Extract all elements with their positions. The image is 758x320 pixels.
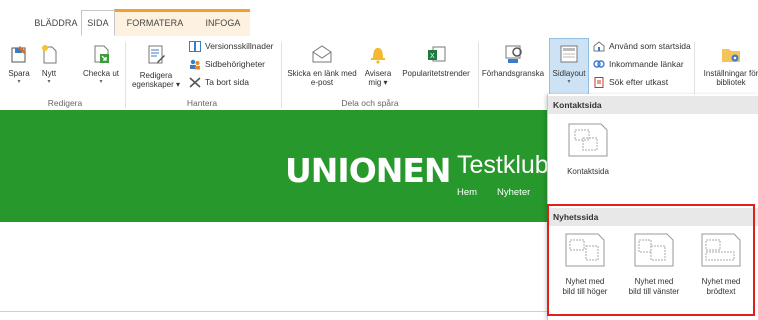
version-diff-icon [189,40,201,52]
nav-item-nyheter[interactable]: Nyheter [497,187,530,198]
home-icon [593,40,605,51]
site-logo[interactable]: UNIONEN [285,151,452,190]
divider [281,42,282,108]
versionsskillnader-button[interactable]: Versionsskillnader [189,39,274,53]
installningar-bibliotek-button[interactable]: Inställningar för bibliotek [700,44,758,87]
new-page-icon [42,45,57,64]
tab-formatera-text[interactable]: FORMATERA TEXT [116,11,194,52]
tab-sida[interactable]: SIDA [81,10,115,36]
divider [125,42,126,108]
tab-bladdra[interactable]: BLÄDDRA [30,11,82,35]
email-icon [312,45,332,63]
excel-icon: X [428,46,446,62]
preview-icon [505,45,522,63]
avisera-mig-button[interactable]: Avisera mig ▾ [361,44,395,87]
forhandsgranska-button[interactable]: Förhandsgranska [479,44,547,78]
spara-button[interactable]: Spara ▾ [8,44,30,87]
svg-text:X: X [430,53,435,60]
delete-icon [189,76,201,88]
tab-infoga[interactable]: INFOGA [200,11,246,35]
redigera-egenskaper-button[interactable]: Redigera egenskaper ▾ [128,44,184,89]
skicka-lank-button[interactable]: Skicka en länk med e-post [284,44,360,87]
sidbehorigheter-button[interactable]: Sidbehörigheter [189,57,265,71]
ta-bort-sida-button[interactable]: Ta bort sida [189,75,249,89]
highlight-box [547,204,755,316]
sidlayout-button[interactable]: Sidlayout ▾ [549,44,589,87]
redigera-egenskaper-line2: egenskaper ▾ [131,80,181,89]
permissions-icon [190,59,200,69]
site-title[interactable]: Testklub [457,151,549,180]
check-out-icon [94,45,109,63]
anvand-som-startsida-button[interactable]: Använd som startsida [593,39,691,53]
page-layout-icon [560,45,578,63]
section-header-kontaktsida: Kontaktsida [548,96,758,114]
inkommande-lankar-button[interactable]: Inkommande länkar [593,57,684,71]
group-label-dela: Dela och spåra [341,98,399,108]
library-settings-icon [722,49,740,62]
group-label-redigera: Redigera [47,98,83,108]
sok-efter-utkast-button[interactable]: Sök efter utkast [593,75,668,89]
bell-icon [371,48,385,64]
checka-ut-button[interactable]: Checka ut ▾ [80,44,122,87]
edit-properties-icon [148,45,165,64]
nav-item-hem[interactable]: Hem [457,187,477,198]
layout-kontaktsida[interactable]: Kontaktsida [558,122,618,177]
incoming-links-icon [593,59,605,68]
layout-thumbnail-icon [568,123,608,157]
draft-icon [594,76,604,88]
save-edit-icon [11,46,26,63]
group-label-hantera: Hantera [186,98,218,108]
avisera-line2: mig ▾ [368,78,388,87]
popularitetstrender-button[interactable]: X Popularitetstrender [397,44,475,78]
nytt-button[interactable]: Nytt ▾ [34,44,64,87]
ribbon-tab-bar: BLÄDDRA SIDA FORMATERA TEXT INFOGA [0,0,758,52]
